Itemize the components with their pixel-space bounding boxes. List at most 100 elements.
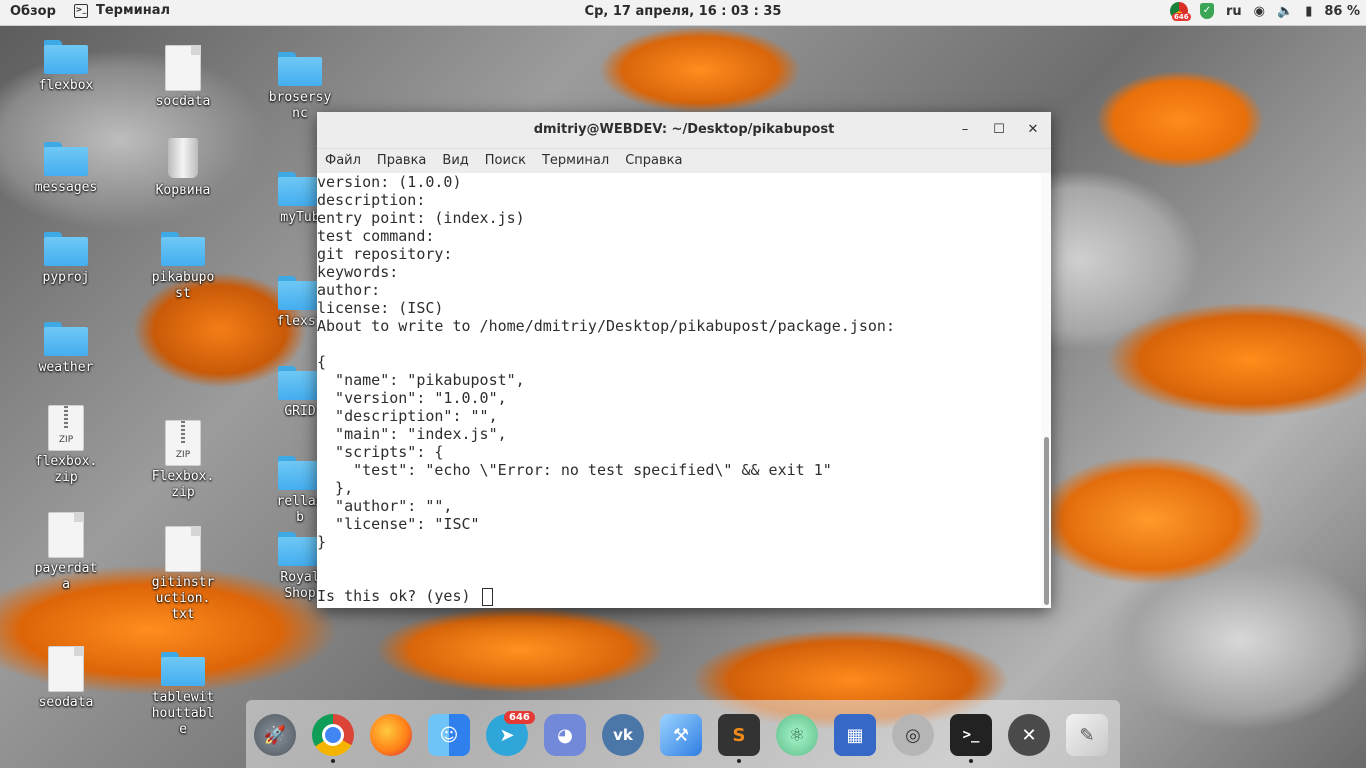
terminal-window[interactable]: dmitriy@WEBDEV: ~/Desktop/pikabupost – ☐… — [317, 112, 1051, 608]
desktop-zip-flexbox[interactable]: ZIP flexbox. zip — [21, 405, 111, 486]
desktop-trash[interactable]: Корвина — [138, 138, 228, 199]
network-icon[interactable]: ◉ — [1254, 4, 1265, 19]
desktop-icon-label: gitinstr uction. txt — [151, 575, 215, 622]
activities-button[interactable]: Обзор — [10, 4, 56, 19]
terminal-line: description: — [317, 191, 426, 209]
desktop-folder-tablewithouttable[interactable]: tablewit houttabl e — [138, 652, 228, 738]
desktop-file-gitinstruction[interactable]: gitinstr uction. txt — [138, 526, 228, 623]
clock[interactable]: Ср, 17 апреля, 16 : 03 : 35 — [0, 4, 1366, 19]
firefox-icon[interactable] — [370, 714, 412, 756]
menu-view[interactable]: Вид — [442, 149, 476, 173]
desktop-folder-messages[interactable]: messages — [21, 142, 111, 196]
terminal-app-icon: >_ — [74, 3, 88, 18]
desktop-file-socdata[interactable]: socdata — [138, 45, 228, 110]
system-tray: 646 ✓ ru ◉ 🔈 ▮ 86 % — [1169, 2, 1360, 21]
chrome-tray-icon[interactable]: 646 — [1169, 2, 1191, 21]
folder-icon — [44, 40, 88, 74]
desktop-folder-flexbox[interactable]: flexbox — [21, 40, 111, 94]
battery-icon[interactable]: ▮ — [1305, 4, 1312, 19]
desktop-icon-label: pyproj — [42, 270, 90, 285]
terminal-line: license: (ISC) — [317, 299, 444, 317]
terminal-line: } — [317, 533, 327, 551]
desktop-icon-label: flexbox. zip — [34, 454, 98, 485]
active-app-menu[interactable]: >_ Терминал — [74, 3, 170, 18]
zip-file-icon: ZIP — [48, 405, 84, 451]
folder-icon — [278, 172, 322, 206]
terminal-prompt-line[interactable]: Is this ok? (yes) — [317, 587, 1041, 606]
file-icon — [48, 646, 84, 692]
terminal-line: test command: — [317, 227, 435, 245]
file-icon — [165, 526, 201, 572]
desktop-icon-label: Flexbox. zip — [151, 469, 215, 500]
file-icon — [48, 512, 84, 558]
menu-help[interactable]: Справка — [625, 149, 690, 173]
shield-icon[interactable]: ✓ — [1199, 3, 1214, 19]
terminal-line: author: — [317, 281, 381, 299]
settings-icon[interactable]: ✕ — [1008, 714, 1050, 756]
running-indicator — [331, 759, 335, 763]
menu-file[interactable]: Файл — [325, 149, 369, 173]
running-indicator — [969, 759, 973, 763]
desktop-icon-label: seodata — [38, 695, 94, 710]
discord-icon[interactable]: ◕ — [544, 714, 586, 756]
cheese-icon[interactable]: ◎ — [892, 714, 934, 756]
xcode-icon[interactable]: ⚒ — [660, 714, 702, 756]
menu-search[interactable]: Поиск — [485, 149, 534, 173]
rocket-icon[interactable]: 🚀 — [254, 714, 296, 756]
terminal-icon[interactable]: >_ — [950, 714, 992, 756]
finder-icon[interactable]: ☺ — [428, 714, 470, 756]
desktop-folder-pikabupost[interactable]: pikabupo st — [138, 232, 228, 302]
atom-icon[interactable]: ⚛ — [776, 714, 818, 756]
desktop-icon-label: payerdat a — [34, 561, 98, 592]
dock: 🚀 ☺ ➤ 646 ◕ vk ⚒ S ⚛ ▦ ◎ >_ ✕ ✎ — [246, 700, 1120, 768]
terminal-scrollbar[interactable] — [1041, 173, 1051, 608]
folder-icon — [161, 232, 205, 266]
active-app-name: Терминал — [96, 3, 171, 18]
menu-terminal[interactable]: Терминал — [542, 149, 617, 173]
minimize-button[interactable]: – — [954, 120, 976, 140]
terminal-line: { — [317, 353, 327, 371]
close-button[interactable]: ✕ — [1022, 120, 1044, 140]
terminal-line: "name": "pikabupost", — [317, 371, 525, 389]
desktop-folder-weather[interactable]: weather — [21, 322, 111, 376]
desktop-file-seodata[interactable]: seodata — [21, 646, 111, 711]
desktop-icon-label: weather — [38, 360, 94, 375]
desktop-icon-label: flexbox — [38, 78, 94, 93]
zip-file-icon: ZIP — [165, 420, 201, 466]
terminal-line: "author": "", — [317, 497, 453, 515]
terminal-line: entry point: (index.js) — [317, 209, 525, 227]
desktop-icon-label: messages — [34, 180, 98, 195]
language-indicator[interactable]: ru — [1226, 4, 1242, 19]
terminal-line: "main": "index.js", — [317, 425, 507, 443]
terminal-prompt: Is this ok? (yes) — [317, 587, 480, 605]
folder-icon — [44, 232, 88, 266]
text-cursor — [481, 587, 493, 606]
folder-icon — [161, 652, 205, 686]
texteditor-icon[interactable]: ✎ — [1066, 714, 1108, 756]
desktop-zip-flexbox2[interactable]: ZIP Flexbox. zip — [138, 420, 228, 501]
trash-icon — [168, 138, 198, 178]
sublime-icon[interactable]: S — [718, 714, 760, 756]
folder-icon — [44, 142, 88, 176]
window-titlebar[interactable]: dmitriy@WEBDEV: ~/Desktop/pikabupost – ☐… — [317, 112, 1051, 149]
chrome-tray-badge: 646 — [1171, 13, 1191, 21]
maximize-button[interactable]: ☐ — [988, 120, 1010, 140]
files-icon[interactable]: ▦ — [834, 714, 876, 756]
vk-icon[interactable]: vk — [602, 714, 644, 756]
desktop-icon-label: pikabupo st — [151, 270, 215, 301]
scrollbar-thumb[interactable] — [1044, 437, 1049, 605]
volume-icon[interactable]: 🔈 — [1277, 4, 1293, 19]
chrome-icon[interactable] — [312, 714, 354, 756]
terminal-output[interactable]: version: (1.0.0) description: entry poin… — [317, 173, 1041, 608]
folder-icon — [278, 52, 322, 86]
terminal-line: "scripts": { — [317, 443, 444, 461]
terminal-line: "version": "1.0.0", — [317, 389, 507, 407]
terminal-line: version: (1.0.0) — [317, 173, 462, 191]
menu-edit[interactable]: Правка — [377, 149, 434, 173]
folder-icon — [278, 366, 322, 400]
folder-icon — [278, 532, 322, 566]
desktop-file-payerdata[interactable]: payerdat a — [21, 512, 111, 593]
desktop-folder-pyproj[interactable]: pyproj — [21, 232, 111, 286]
